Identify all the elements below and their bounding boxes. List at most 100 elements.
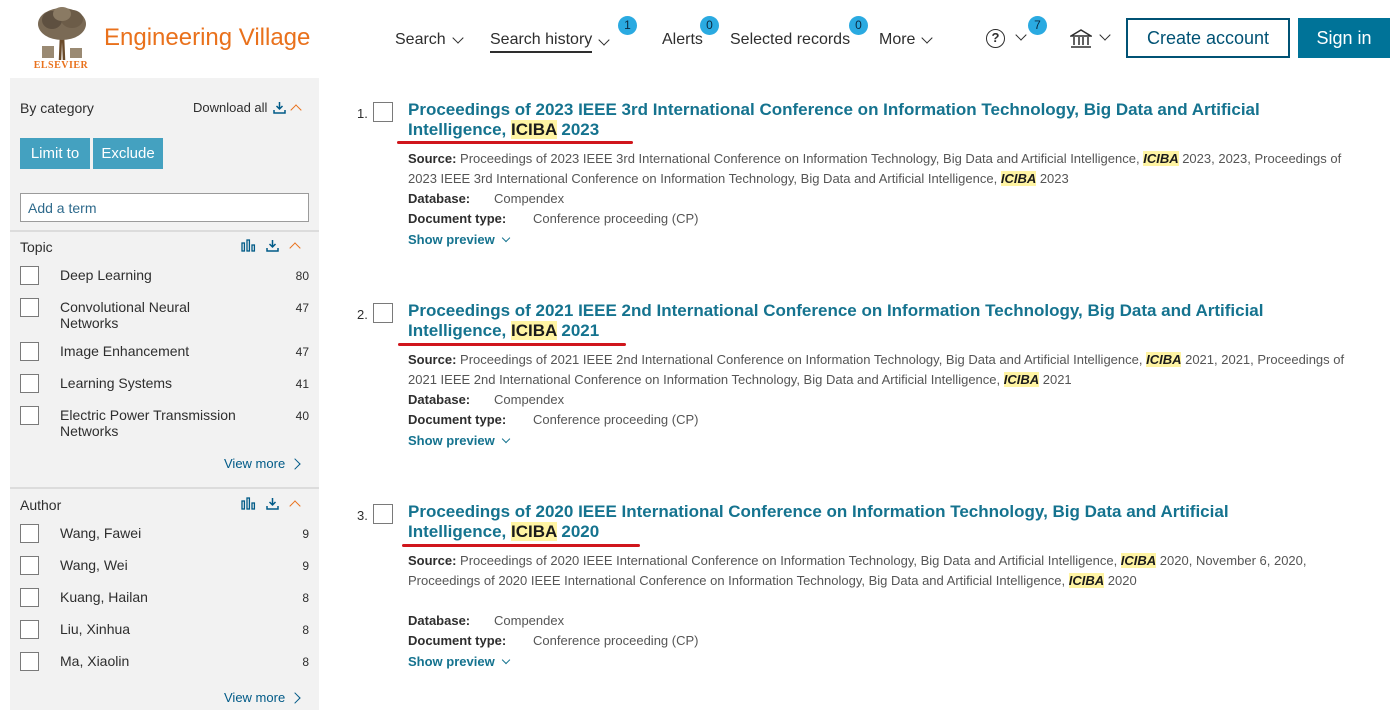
result-database: Database: Compendex xyxy=(408,191,564,206)
source-highlight: ICIBA xyxy=(1003,372,1040,387)
facet-count: 8 xyxy=(302,655,309,669)
facet-label: Learning Systems xyxy=(60,375,173,391)
nav-alerts-label: Alerts xyxy=(662,31,703,48)
chevron-down-icon[interactable] xyxy=(1099,29,1111,41)
title-text: 2023 xyxy=(556,120,600,139)
facet-label: Electric Power Transmission Networks xyxy=(60,407,236,439)
download-icon[interactable] xyxy=(266,239,279,252)
source-highlight: ICIBA xyxy=(1146,352,1182,367)
facet-label: Image Enhancement xyxy=(60,343,190,359)
facet-item[interactable]: Wang, Wei 9 xyxy=(20,556,309,575)
chevron-down-icon xyxy=(452,32,464,44)
result-title-link[interactable]: Proceedings of 2020 IEEE International C… xyxy=(408,502,1288,542)
title-highlight: ICIBA xyxy=(510,522,557,541)
source-label: Source: xyxy=(408,151,457,166)
facet-checkbox[interactable] xyxy=(20,406,39,425)
facet-checkbox[interactable] xyxy=(20,652,39,671)
facet-count: 47 xyxy=(295,301,309,315)
result-database: Database: Compendex xyxy=(408,613,564,628)
view-more-label: View more xyxy=(224,690,286,705)
nav-search-history-label: Search history xyxy=(490,31,593,53)
chevron-up-icon[interactable] xyxy=(289,499,301,512)
facet-item[interactable]: Convolutional Neural Networks 47 xyxy=(20,298,309,331)
bar-chart-icon[interactable] xyxy=(241,497,256,510)
source-highlight: ICIBA xyxy=(1000,171,1037,186)
facet-checkbox[interactable] xyxy=(20,556,39,575)
facet-item[interactable]: Electric Power Transmission Networks 40 xyxy=(20,406,309,439)
author-view-more-link[interactable]: View more xyxy=(224,690,301,705)
facet-label: Convolutional Neural Networks xyxy=(60,299,190,331)
create-account-button[interactable]: Create account xyxy=(1126,18,1290,58)
limit-to-button[interactable]: Limit to xyxy=(20,138,90,169)
facet-item[interactable]: Ma, Xiaolin 8 xyxy=(20,652,309,671)
nav-more-label: More xyxy=(879,31,916,48)
selected-records-badge: 0 xyxy=(849,16,868,35)
nav-search[interactable]: Search xyxy=(395,31,464,49)
title-highlight: ICIBA xyxy=(510,120,557,139)
result-checkbox[interactable] xyxy=(373,102,393,122)
result-title-link[interactable]: Proceedings of 2021 IEEE 2nd Internation… xyxy=(408,301,1338,341)
facet-label: Deep Learning xyxy=(60,267,152,283)
show-preview-label: Show preview xyxy=(408,654,495,669)
nav-search-history[interactable]: Search history xyxy=(490,31,610,53)
show-preview-toggle[interactable]: Show preview xyxy=(408,433,510,448)
download-all-link[interactable]: Download all xyxy=(193,100,303,116)
help-icon[interactable]: ? xyxy=(986,29,1005,48)
facet-item[interactable]: Learning Systems 41 xyxy=(20,374,309,393)
doctype-value: Conference proceeding (CP) xyxy=(533,633,699,648)
facet-checkbox[interactable] xyxy=(20,524,39,543)
facet-checkbox[interactable] xyxy=(20,342,39,361)
title-text: 2021 xyxy=(556,321,600,340)
facet-item[interactable]: Kuang, Hailan 8 xyxy=(20,588,309,607)
nav-selected-records-label: Selected records xyxy=(730,31,851,48)
chevron-right-icon xyxy=(289,691,301,704)
facet-label: Wang, Wei xyxy=(60,557,128,573)
facet-item[interactable]: Wang, Fawei 9 xyxy=(20,524,309,543)
facet-item[interactable]: Image Enhancement 47 xyxy=(20,342,309,361)
chevron-up-icon[interactable] xyxy=(290,103,303,116)
result-title-link[interactable]: Proceedings of 2023 IEEE 3rd Internation… xyxy=(408,100,1338,140)
refine-sidebar: By category Download all Limit to Exclud… xyxy=(10,78,319,710)
chevron-right-icon xyxy=(289,457,301,470)
nav-selected-records[interactable]: Selected records xyxy=(730,31,850,49)
facet-item[interactable]: Deep Learning 80 xyxy=(20,266,309,285)
bar-chart-icon[interactable] xyxy=(241,239,256,252)
title-text: 2020 xyxy=(556,522,600,541)
result-checkbox[interactable] xyxy=(373,504,393,524)
show-preview-toggle[interactable]: Show preview xyxy=(408,654,510,669)
chevron-up-icon[interactable] xyxy=(289,241,301,254)
by-category-label: By category xyxy=(20,100,94,116)
facet-checkbox[interactable] xyxy=(20,298,39,317)
database-label: Database: xyxy=(408,613,471,628)
facet-checkbox[interactable] xyxy=(20,620,39,639)
facet-count: 40 xyxy=(295,409,309,423)
facet-item[interactable]: Liu, Xinhua 8 xyxy=(20,620,309,639)
source-text: 2020 xyxy=(1104,573,1137,588)
add-term-input[interactable] xyxy=(20,193,309,222)
author-facet-actions xyxy=(241,497,301,512)
facet-checkbox[interactable] xyxy=(20,266,39,285)
red-underline-annotation xyxy=(402,544,640,547)
facet-checkbox[interactable] xyxy=(20,588,39,607)
result-number: 2. xyxy=(357,307,368,322)
author-facet-title: Author xyxy=(20,497,62,513)
exclude-button[interactable]: Exclude xyxy=(93,138,163,169)
institution-icon[interactable] xyxy=(1070,29,1092,49)
facet-label: Liu, Xinhua xyxy=(60,621,131,637)
result-checkbox[interactable] xyxy=(373,303,393,323)
show-preview-label: Show preview xyxy=(408,433,495,448)
source-text: Proceedings of 2023 IEEE 3rd Internation… xyxy=(460,151,1144,166)
topic-view-more-link[interactable]: View more xyxy=(224,456,301,471)
facet-count: 8 xyxy=(302,591,309,605)
brand-name[interactable]: Engineering Village xyxy=(104,24,310,52)
nav-alerts[interactable]: Alerts xyxy=(662,31,703,49)
top-header: ELSEVIER Engineering Village Search Sear… xyxy=(0,0,1394,78)
download-icon[interactable] xyxy=(266,497,279,510)
nav-more[interactable]: More xyxy=(879,31,934,49)
sign-in-button[interactable]: Sign in xyxy=(1298,18,1390,58)
chevron-down-icon[interactable] xyxy=(1015,29,1027,41)
show-preview-toggle[interactable]: Show preview xyxy=(408,232,510,247)
source-highlight: ICIBA xyxy=(1143,151,1179,166)
elsevier-logo[interactable]: ELSEVIER xyxy=(28,6,94,72)
facet-checkbox[interactable] xyxy=(20,374,39,393)
